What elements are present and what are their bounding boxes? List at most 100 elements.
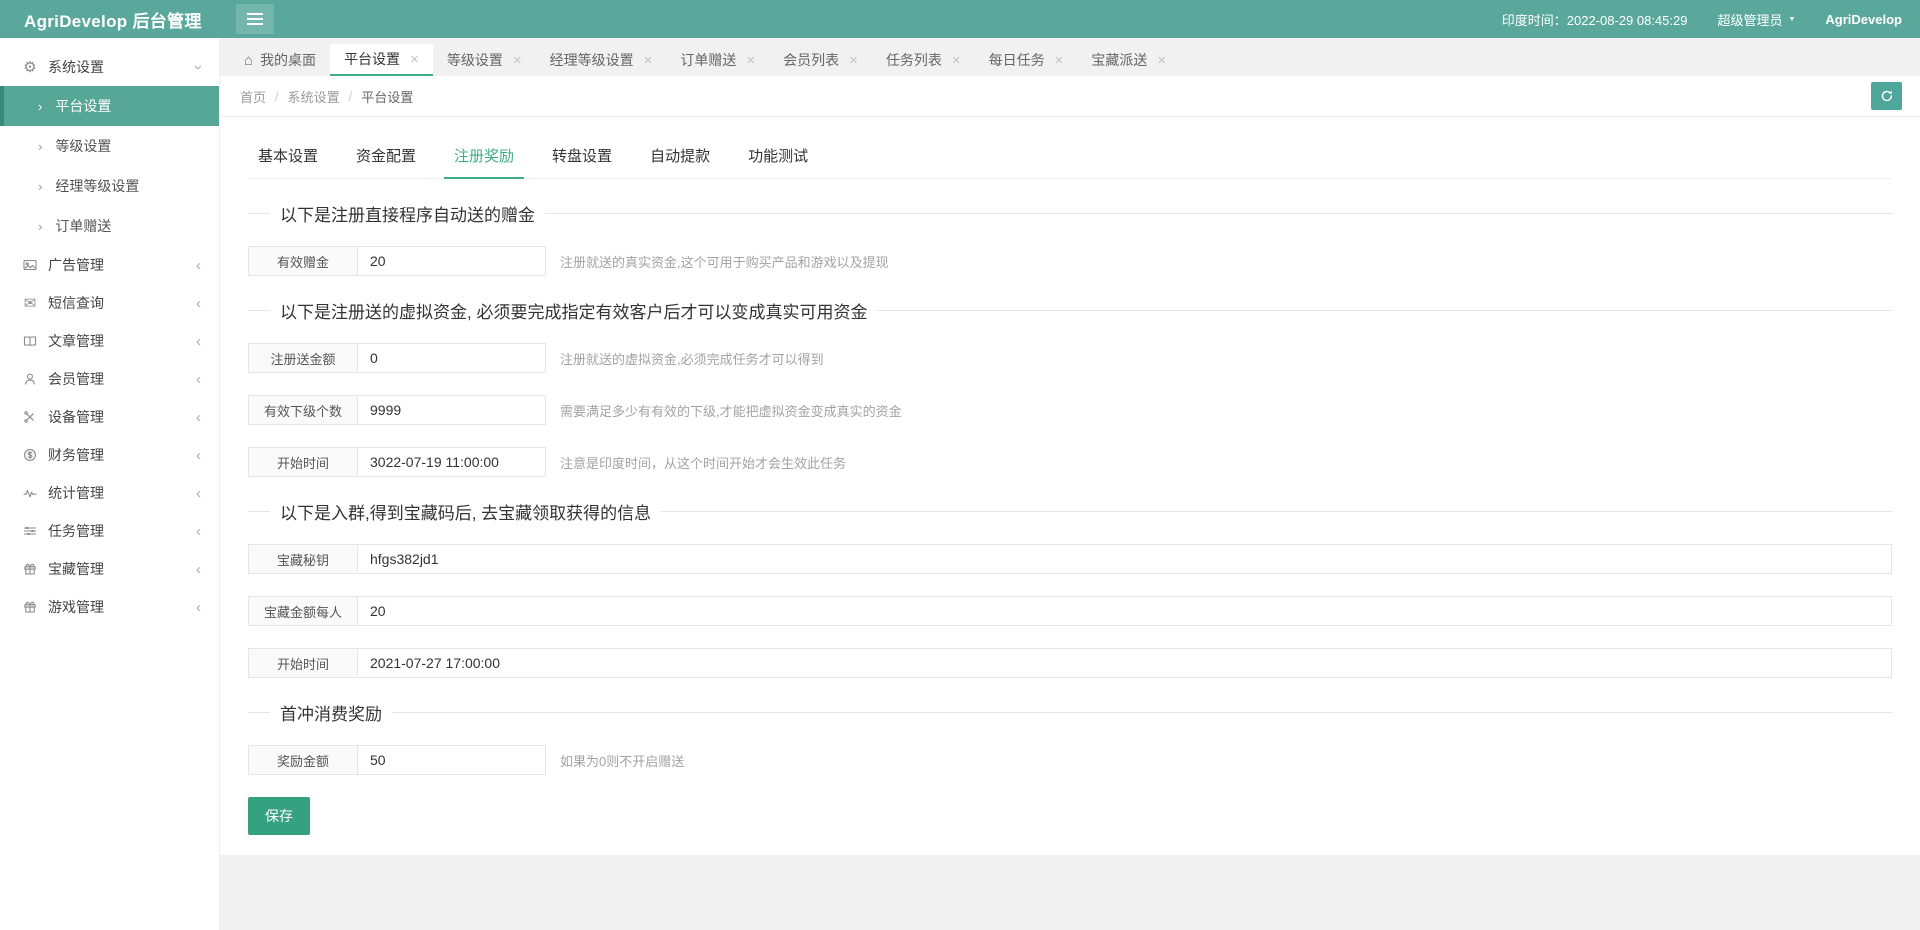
- sidebar-item-article-management[interactable]: 文章管理 ‹: [0, 322, 219, 360]
- form-tab-function-test[interactable]: 功能测试: [738, 145, 818, 178]
- section-legend: 以下是入群,得到宝藏码后, 去宝藏领取获得的信息: [248, 499, 1892, 524]
- field-hint: 注意是印度时间，从这个时间开始才会生效此任务: [560, 455, 847, 471]
- role-dropdown[interactable]: 超级管理员 ▼: [1717, 10, 1795, 29]
- tab-label: 宝藏派送: [1091, 52, 1148, 68]
- treasure-secret-key-input[interactable]: [357, 544, 1892, 574]
- tab-member-list[interactable]: 会员列表 ×: [769, 44, 872, 76]
- close-icon[interactable]: ×: [1157, 53, 1166, 68]
- treasure-start-time-input[interactable]: [357, 648, 1892, 678]
- tools-icon: [21, 410, 39, 424]
- valid-subordinate-count-input[interactable]: [357, 395, 546, 425]
- form-tabs: 基本设置 资金配置 注册奖励 转盘设置 自动提款 功能测试: [248, 145, 1892, 179]
- close-icon[interactable]: ×: [952, 53, 961, 68]
- field-row: 宝藏秘钥: [248, 544, 1892, 574]
- valid-bonus-input[interactable]: [357, 246, 546, 276]
- sidebar-item-label: 统计管理: [48, 485, 104, 501]
- hamburger-icon: [247, 13, 263, 25]
- sidebar-item-label: 财务管理: [48, 447, 104, 463]
- book-icon: [21, 334, 39, 348]
- sidebar-subitem-platform-settings[interactable]: › 平台设置: [0, 86, 219, 126]
- tab-daily-task[interactable]: 每日任务 ×: [975, 44, 1078, 76]
- field-row: 注册送金额 注册就送的虚拟资金,必须完成任务才可以得到: [248, 343, 1892, 373]
- field-row: 有效下级个数 需要满足多少有有效的下级,才能把虚拟资金变成真实的资金: [248, 395, 1892, 425]
- close-icon[interactable]: ×: [513, 53, 522, 68]
- field-row: 宝藏金额每人: [248, 596, 1892, 626]
- sidebar-item-device-management[interactable]: 设备管理 ‹: [0, 398, 219, 436]
- form-tab-register-reward[interactable]: 注册奖励: [444, 145, 525, 179]
- virtual-start-time-input[interactable]: [357, 447, 546, 477]
- close-icon[interactable]: ×: [410, 52, 419, 67]
- section-title: 以下是注册直接程序自动送的赠金: [280, 206, 535, 225]
- tab-platform-settings[interactable]: 平台设置 ×: [330, 44, 433, 76]
- close-icon[interactable]: ×: [746, 53, 755, 68]
- chevron-right-icon: ›: [38, 218, 43, 234]
- form-tab-basic-settings[interactable]: 基本设置: [248, 145, 328, 178]
- chevron-right-icon: ›: [38, 98, 43, 114]
- sidebar-subitem-level-settings[interactable]: › 等级设置: [0, 126, 219, 166]
- close-icon[interactable]: ×: [1055, 53, 1064, 68]
- treasure-secret-key-label: 宝藏秘钥: [248, 544, 358, 574]
- tab-label: 经理等级设置: [549, 52, 634, 68]
- close-icon[interactable]: ×: [849, 53, 858, 68]
- tab-label: 任务列表: [885, 52, 942, 68]
- valid-bonus-label: 有效赠金: [248, 246, 358, 276]
- brand-title: AgriDevelop 后台管理: [24, 11, 202, 31]
- field-box: 奖励金额: [248, 745, 546, 775]
- sidebar-item-ad-management[interactable]: 广告管理 ‹: [0, 246, 219, 284]
- refresh-icon: [1880, 89, 1894, 103]
- sidebar-item-stats-management[interactable]: 统计管理 ‹: [0, 474, 219, 512]
- form-tab-auto-withdraw[interactable]: 自动提款: [640, 145, 720, 178]
- treasure-amount-per-person-label: 宝藏金额每人: [248, 596, 358, 626]
- sidebar-item-system-settings[interactable]: ⚙ 系统设置 ›: [0, 48, 219, 86]
- menu-toggle-button[interactable]: [236, 4, 274, 34]
- chevron-left-icon: ‹: [196, 256, 201, 274]
- sidebar-item-treasure-management[interactable]: 宝藏管理 ‹: [0, 550, 219, 588]
- tab-my-desktop[interactable]: ⌂ 我的桌面: [230, 44, 330, 76]
- sidebar-item-label: 会员管理: [48, 371, 104, 387]
- main-area: ⌂ 我的桌面 平台设置 × 等级设置 × 经理等级设置 × 订单赠送 × 会员列表 × 任务列表 × 每日任…: [220, 38, 1920, 930]
- chevron-left-icon: ‹: [196, 446, 201, 464]
- tab-task-list[interactable]: 任务列表 ×: [872, 44, 975, 76]
- chevron-left-icon: ‹: [196, 560, 201, 578]
- field-box: 宝藏秘钥: [248, 544, 1892, 574]
- close-icon[interactable]: ×: [644, 53, 653, 68]
- tab-order-gift[interactable]: 订单赠送 ×: [666, 44, 769, 76]
- save-button[interactable]: 保存: [248, 797, 310, 835]
- field-hint: 注册就送的虚拟资金,必须完成任务才可以得到: [560, 351, 824, 367]
- tab-manager-level-settings[interactable]: 经理等级设置 ×: [536, 44, 667, 76]
- field-box: 开始时间: [248, 648, 1892, 678]
- mail-icon: ✉: [23, 294, 37, 312]
- tab-level-settings[interactable]: 等级设置 ×: [433, 44, 536, 76]
- legend-line: [248, 712, 270, 713]
- breadcrumb: 首页 / 系统设置 / 平台设置: [240, 87, 413, 106]
- sidebar-item-sms-query[interactable]: ✉ 短信查询 ‹: [0, 284, 219, 322]
- sidebar-subitem-order-gift[interactable]: › 订单赠送: [0, 206, 219, 246]
- form-tab-wheel-settings[interactable]: 转盘设置: [542, 145, 622, 178]
- gift-icon: [21, 600, 39, 614]
- legend-line: [545, 213, 1892, 214]
- register-gift-amount-input[interactable]: [357, 343, 546, 373]
- breadcrumb-item[interactable]: 首页: [240, 87, 266, 106]
- form-tab-fund-config[interactable]: 资金配置: [346, 145, 426, 178]
- sidebar-item-member-management[interactable]: 会员管理 ‹: [0, 360, 219, 398]
- sidebar-subitem-manager-level-settings[interactable]: › 经理等级设置: [0, 166, 219, 206]
- field-box: 宝藏金额每人: [248, 596, 1892, 626]
- refresh-button[interactable]: [1871, 82, 1902, 110]
- chevron-right-icon: ›: [38, 178, 43, 194]
- username[interactable]: AgriDevelop: [1825, 12, 1902, 27]
- section-legend: 首冲消费奖励: [248, 700, 1892, 725]
- treasure-amount-per-person-input[interactable]: [357, 596, 1892, 626]
- tab-label: 平台设置: [344, 51, 401, 67]
- home-icon: ⌂: [244, 51, 254, 69]
- breadcrumb-item[interactable]: 系统设置: [288, 87, 340, 106]
- app-header: AgriDevelop 后台管理 印度时间：2022-08-29 08:45:2…: [0, 0, 1920, 38]
- reward-amount-input[interactable]: [357, 745, 546, 775]
- pulse-icon: [21, 486, 39, 500]
- sidebar-item-task-management[interactable]: 任务管理 ‹: [0, 512, 219, 550]
- tab-treasure-dispatch[interactable]: 宝藏派送 ×: [1077, 44, 1180, 76]
- open-tabs-bar: ⌂ 我的桌面 平台设置 × 等级设置 × 经理等级设置 × 订单赠送 × 会员列表 × 任务列表 × 每日任…: [220, 38, 1920, 76]
- dollar-icon: [21, 448, 39, 462]
- sidebar-item-game-management[interactable]: 游戏管理 ‹: [0, 588, 219, 626]
- sidebar-item-finance-management[interactable]: 财务管理 ‹: [0, 436, 219, 474]
- chevron-left-icon: ‹: [196, 370, 201, 388]
